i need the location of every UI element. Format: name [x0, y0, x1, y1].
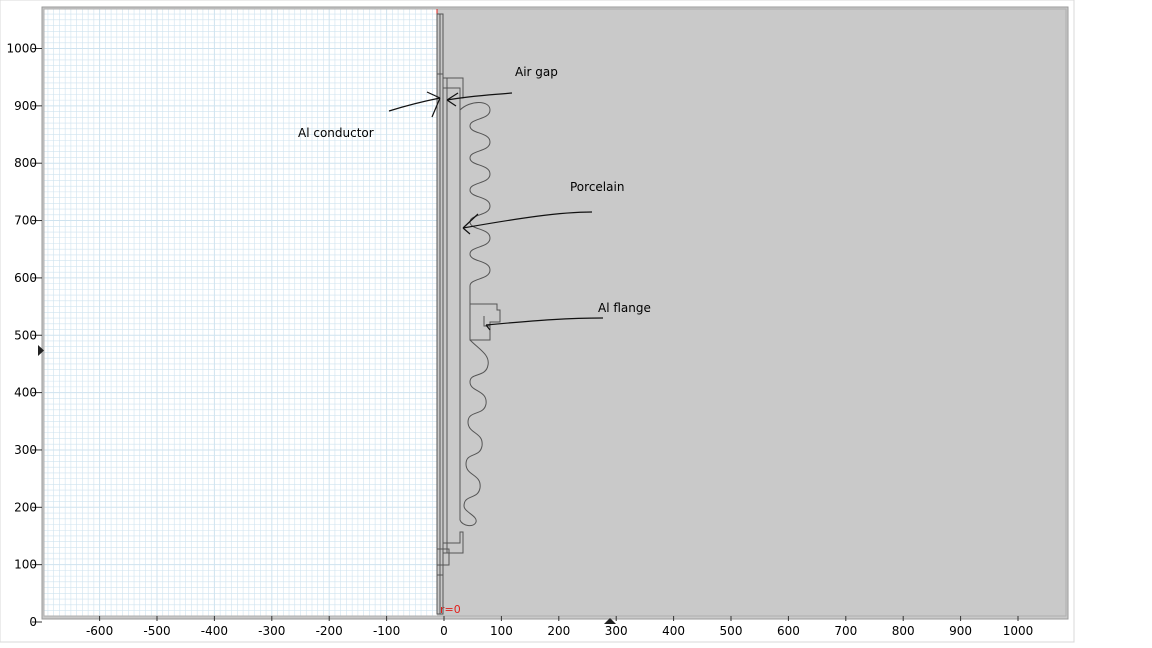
- annotation-porcelain: Porcelain: [570, 180, 624, 194]
- x-tick-label: 700: [834, 624, 857, 638]
- y-tick-label: 800: [14, 156, 37, 170]
- x-tick-label: -600: [86, 624, 113, 638]
- y-tick-label: 600: [14, 271, 37, 285]
- x-tick-label: 100: [490, 624, 513, 638]
- y-tick-label: 700: [14, 214, 37, 228]
- x-tick-label: 0: [440, 624, 448, 638]
- y-tick-label: 0: [29, 615, 37, 629]
- geometry-canvas[interactable]: r=0 -600 -500 -400 -300 -200 -100 0 100 200 300 40…: [0, 0, 1152, 648]
- x-tick-label: -500: [143, 624, 170, 638]
- y-tick-label: 400: [14, 386, 37, 400]
- annotation-al-conductor: Al conductor: [298, 126, 374, 140]
- x-tick-label: -100: [373, 624, 400, 638]
- x-tick-label: -200: [316, 624, 343, 638]
- y-tick-label: 900: [14, 99, 37, 113]
- x-tick-label: 200: [547, 624, 570, 638]
- y-tick-label: 300: [14, 443, 37, 457]
- y-tick-label: 1000: [6, 42, 37, 56]
- x-tick-label: 400: [662, 624, 685, 638]
- x-tick-label: 1000: [1003, 624, 1034, 638]
- y-tick-label: 100: [14, 558, 37, 572]
- annotation-air-gap: Air gap: [515, 65, 558, 79]
- grid-area: [44, 9, 437, 616]
- x-tick-label: 600: [777, 624, 800, 638]
- x-tick-label: 500: [720, 624, 743, 638]
- y-tick-label: 500: [14, 328, 37, 342]
- x-tick-label: 300: [605, 624, 628, 638]
- annotation-al-flange: Al flange: [598, 301, 651, 315]
- y-tick-label: 200: [14, 500, 37, 514]
- x-tick-label: -300: [258, 624, 285, 638]
- x-tick-label: -400: [201, 624, 228, 638]
- x-tick-label: 800: [892, 624, 915, 638]
- x-tick-label: 900: [949, 624, 972, 638]
